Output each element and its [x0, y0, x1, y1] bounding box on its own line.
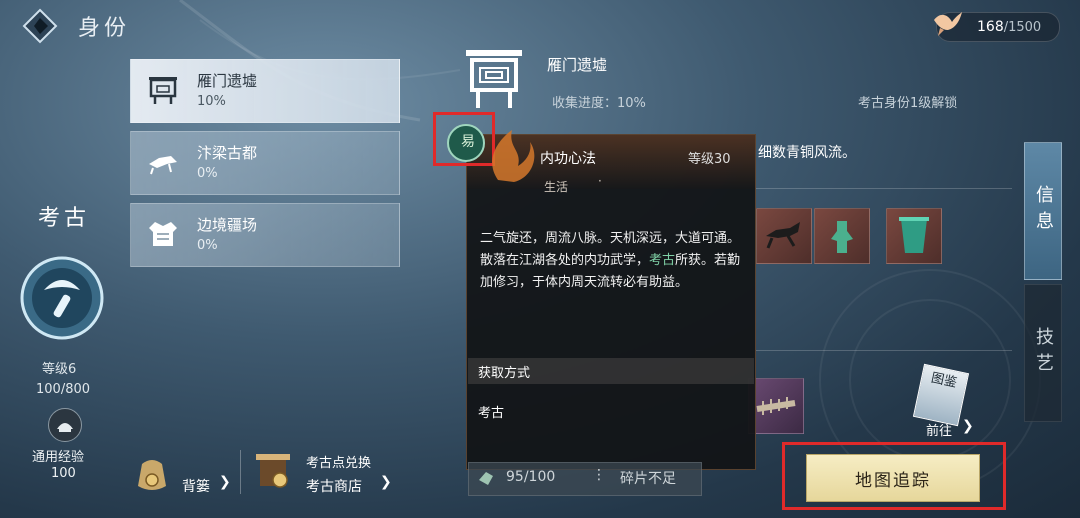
- site-percent: 0%: [197, 238, 218, 253]
- detail-progress: 收集进度：10%: [552, 96, 646, 111]
- bronze-horse-icon: [766, 222, 800, 249]
- bag-button[interactable]: 背篓: [182, 476, 210, 496]
- currency-value: 168: [977, 19, 1004, 35]
- relic-slot[interactable]: [748, 378, 804, 434]
- bottom-separator: [240, 450, 241, 494]
- fragment-icon: [479, 472, 493, 485]
- bronze-ding-icon: [149, 77, 177, 104]
- goto-link[interactable]: 前往: [926, 420, 952, 439]
- site-name: 汴梁古都: [197, 144, 258, 162]
- currency-max: /1500: [1003, 19, 1042, 35]
- tooltip-item-level: 等级30: [688, 152, 731, 167]
- fragment-separator: ⋮: [592, 467, 606, 483]
- figurine-icon: [831, 221, 853, 253]
- tooltip-desc-highlight: 考古: [649, 253, 676, 268]
- tab-info[interactable]: 信息: [1024, 142, 1062, 280]
- relic-slot[interactable]: [886, 208, 942, 264]
- identity-level: 等级6: [42, 362, 77, 377]
- section-divider: [756, 188, 1012, 189]
- identity-progress: 100/800: [36, 382, 91, 397]
- relic-slot[interactable]: [814, 208, 870, 264]
- shop-chevron-icon[interactable]: ❯: [380, 474, 392, 490]
- shop-exchange-label: 考古点兑换: [306, 456, 372, 471]
- bag-chevron-icon[interactable]: ❯: [219, 474, 231, 490]
- site-percent: 0%: [197, 166, 218, 181]
- detail-site-name: 雁门遗墟: [547, 56, 608, 74]
- tooltip-item-name: 内功心法: [540, 151, 596, 167]
- site-percent: 10%: [197, 94, 226, 109]
- tab-skill[interactable]: 技艺: [1024, 284, 1062, 422]
- site-name: 雁门遗墟: [197, 72, 258, 90]
- highlight-box-track: [782, 442, 1006, 510]
- shop-button[interactable]: 考古商店: [306, 476, 362, 496]
- flame-ornament-icon: [492, 130, 535, 182]
- detail-description: 细数青铜风流。: [758, 145, 856, 161]
- general-xp-label: 通用经验: [32, 450, 85, 465]
- site-ding-large-icon: [466, 50, 522, 108]
- bag-icon[interactable]: [132, 452, 172, 494]
- site-name: 边境疆场: [197, 216, 258, 234]
- tooltip-desc-line2: 散落在江湖各处的内功武学，考古所获。若勤加修习，于体内周天流转必有助益。: [480, 250, 742, 294]
- fragment-status: 碎片不足: [620, 471, 676, 487]
- horse-statue-icon: [149, 156, 177, 175]
- armor-icon: [149, 222, 177, 246]
- general-xp-icon: [48, 408, 82, 442]
- goto-chevron-icon[interactable]: ❯: [962, 418, 974, 434]
- tooltip-source-value: 考古: [478, 406, 505, 421]
- tooltip-source-title: 获取方式: [478, 366, 531, 381]
- bronze-vessel-icon: [899, 217, 929, 253]
- tooltip-desc-line1: 二气旋还，周流八脉。天机深远，大道可通。: [480, 231, 741, 246]
- fragment-count: 95/100: [506, 469, 556, 485]
- back-icon[interactable]: [22, 8, 58, 44]
- identity-title: 考古: [38, 206, 91, 231]
- archaeology-emblem-icon: [20, 256, 104, 340]
- site-item-bianjing[interactable]: 边境疆场 0%: [130, 203, 400, 267]
- tooltip-item-category: 生活: [544, 180, 569, 194]
- bird-icon: [934, 12, 962, 36]
- tooltip-desc-part: 散落在江湖各处的内功武学，: [480, 253, 650, 268]
- general-xp-value: 100: [51, 466, 76, 481]
- section-divider: [756, 350, 1012, 351]
- detail-unlock: 考古身份1级解锁: [858, 96, 958, 111]
- skeleton-fossil-icon: [756, 397, 796, 415]
- site-item-yanmen[interactable]: 雁门遗墟 10%: [130, 59, 400, 123]
- tooltip-dot: ·: [598, 174, 602, 188]
- tooltip-description: 二气旋还，周流八脉。天机深远，大道可通。 散落在江湖各处的内功武学，考古所获。若…: [480, 228, 742, 294]
- shop-icon[interactable]: [250, 446, 296, 492]
- page-title: 身份: [78, 16, 131, 41]
- site-item-bianliang[interactable]: 汴梁古都 0%: [130, 131, 400, 195]
